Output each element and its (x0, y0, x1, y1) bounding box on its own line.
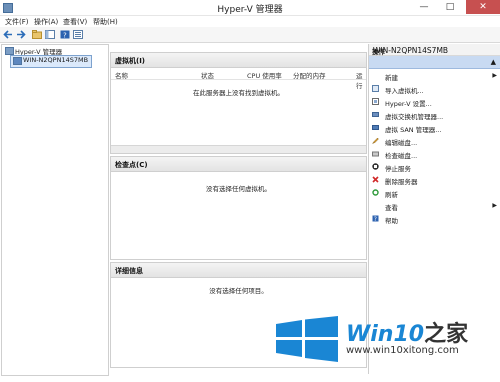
virtual-machines-panel: 虚拟机(I) 名称 状态 CPU 使用率 分配的内存 运行 在此服务器上没有找到… (110, 52, 367, 154)
menu-help[interactable]: 帮助(H) (93, 17, 118, 27)
column-divider (111, 79, 366, 80)
maximize-button[interactable]: □ (438, 0, 462, 14)
import-icon (372, 85, 379, 92)
navigation-tree (1, 44, 109, 376)
san-icon (372, 124, 379, 131)
action-new[interactable]: 新建 (385, 72, 398, 82)
forward-icon[interactable] (16, 30, 26, 39)
hyperv-manager-icon (5, 47, 14, 55)
action-stop-service[interactable]: 停止服务 (385, 163, 411, 173)
help-toolbar-icon[interactable]: ? (60, 30, 70, 40)
minimize-button[interactable]: — (412, 0, 436, 14)
back-icon[interactable] (3, 30, 13, 39)
stop-icon (372, 163, 379, 170)
details-header (111, 263, 366, 278)
close-button[interactable]: ✕ (466, 0, 500, 14)
checkpoints-header (111, 157, 366, 172)
watermark-brand-suffix: 之家 (424, 322, 469, 347)
menu-action[interactable]: 操作(A) (34, 17, 58, 27)
checkpoints-title: 检查点(C) (115, 161, 148, 169)
properties-icon[interactable] (73, 30, 83, 39)
action-virtual-san-manager[interactable]: 虚拟 SAN 管理器... (385, 124, 441, 134)
action-edit-disk[interactable]: 编辑磁盘... (385, 137, 417, 147)
actions-server-group-label: WIN-N2QPN14S7MB (373, 46, 449, 55)
action-virtual-switch-manager[interactable]: 虚拟交换机管理器... (385, 111, 443, 121)
virtual-machines-title: 虚拟机(I) (115, 57, 146, 65)
action-refresh[interactable]: 刷新 (385, 189, 398, 199)
up-folder-icon[interactable] (32, 30, 42, 39)
submenu-arrow-icon: ▶ (492, 202, 497, 209)
tree-server-label: WIN-N2QPN14S7MB (23, 56, 89, 64)
refresh-icon (372, 189, 379, 196)
details-title: 详细信息 (115, 267, 143, 275)
switch-icon (372, 111, 379, 118)
action-remove-server[interactable]: 删除服务器 (385, 176, 418, 186)
action-view[interactable]: 查看 (385, 202, 398, 212)
delete-icon (372, 176, 379, 183)
inspect-disk-icon (372, 150, 379, 157)
action-import-vm[interactable]: 导入虚拟机... (385, 85, 424, 95)
windows-logo-icon (272, 316, 342, 362)
help-icon: ? (372, 215, 379, 223)
action-inspect-disk[interactable]: 检查磁盘... (385, 150, 417, 160)
menu-view[interactable]: 查看(V) (63, 17, 87, 27)
watermark-brand: Win10之家 (346, 316, 468, 348)
action-help[interactable]: 帮助 (385, 215, 398, 225)
settings-icon (372, 98, 379, 105)
svg-text:?: ? (63, 32, 67, 40)
horizontal-scrollbar[interactable] (111, 145, 366, 153)
svg-text:?: ? (374, 216, 377, 222)
virtual-machines-header (111, 53, 366, 68)
action-hyperv-settings[interactable]: Hyper-V 设置... (385, 98, 432, 108)
show-hide-tree-icon[interactable] (45, 30, 55, 39)
no-vm-selected-message: 没有选择任何虚拟机。 (206, 185, 271, 193)
no-item-selected-message: 没有选择任何项目。 (209, 287, 268, 295)
server-icon (13, 57, 22, 65)
watermark-url: www.win10xitong.com (346, 345, 459, 356)
menu-file[interactable]: 文件(F) (5, 17, 29, 27)
collapse-group-icon[interactable]: ▲ (491, 58, 496, 66)
watermark-brand-main: Win10 (346, 322, 425, 347)
checkpoints-panel: 检查点(C) 没有选择任何虚拟机。 (110, 156, 367, 260)
no-vms-message: 在此服务器上没有找到虚拟机。 (193, 89, 284, 97)
actions-server-group[interactable] (369, 56, 500, 69)
edit-disk-icon (371, 137, 379, 145)
submenu-arrow-icon: ▶ (492, 72, 497, 79)
